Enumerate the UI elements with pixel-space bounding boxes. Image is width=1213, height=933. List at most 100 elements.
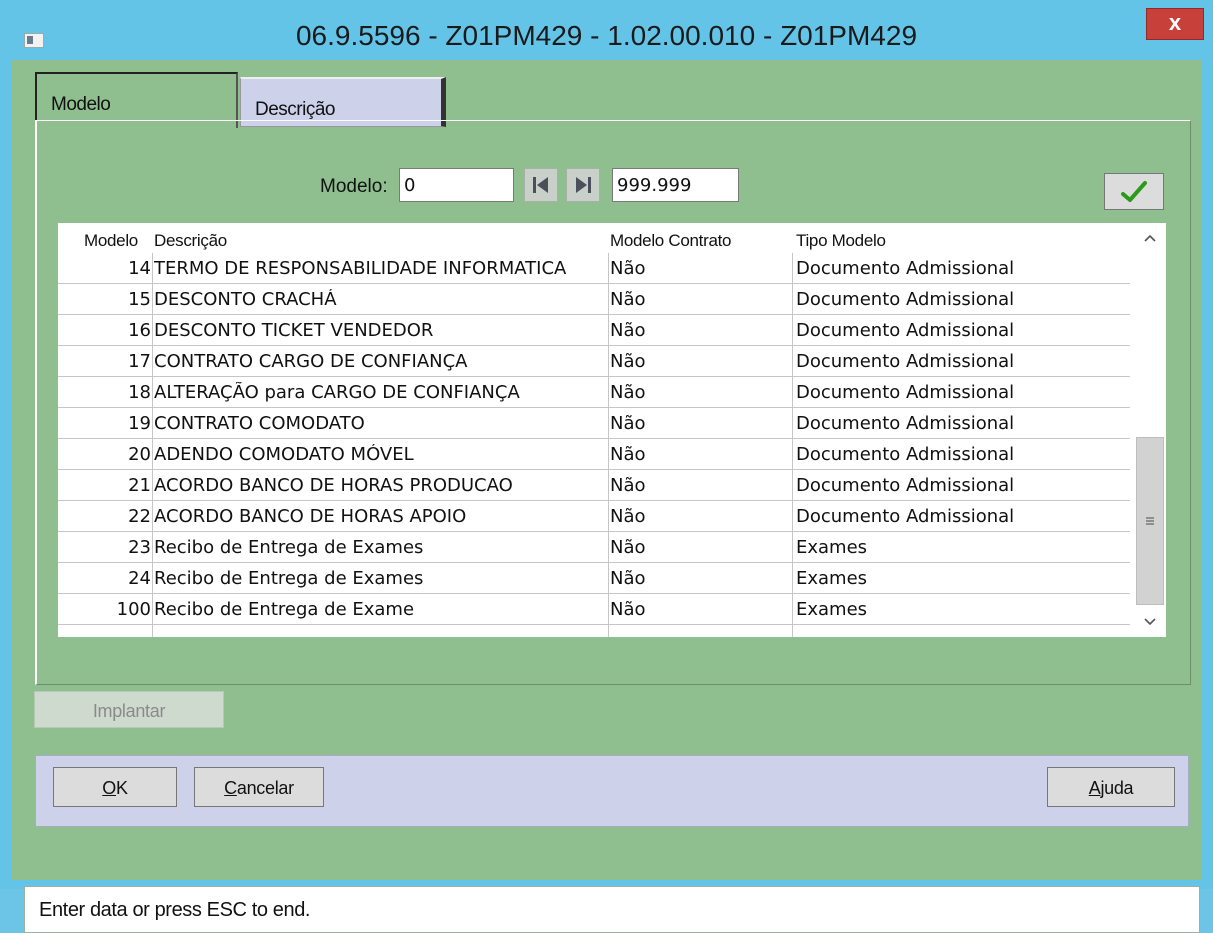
cell-descricao: CONTRATO CARGO DE CONFIANÇA <box>154 351 468 372</box>
cell-descricao: ACORDO BANCO DE HORAS PRODUCAO <box>154 475 513 496</box>
cell-tipo-modelo: Exames <box>796 599 868 620</box>
button-bar: OK Cancelar Ajuda <box>35 755 1189 827</box>
table-row[interactable]: 15 DESCONTO CRACHÁ Não Documento Admissi… <box>58 284 1130 315</box>
table-row[interactable]: 20 ADENDO COMODATO MÓVEL Não Documento A… <box>58 439 1130 470</box>
cell-descricao: CONTRATO COMODATO <box>154 413 365 434</box>
table-row[interactable]: 14 TERMO DE RESPONSABILIDADE INFORMATICA… <box>58 253 1130 284</box>
ok-accelerator: O <box>102 778 116 798</box>
window-title: 06.9.5596 - Z01PM429 - 1.02.00.010 - Z01… <box>295 20 918 51</box>
cell-descricao: DESCONTO TICKET VENDEDOR <box>154 320 434 341</box>
cell-modelo: 21 <box>128 475 151 496</box>
title-bar[interactable]: 06.9.5596 - Z01PM429 - 1.02.00.010 - Z01… <box>0 0 1213 60</box>
header-tipo-modelo[interactable]: Tipo Modelo <box>796 231 886 251</box>
cell-descricao: DESCONTO CRACHÁ <box>154 289 337 310</box>
first-record-button[interactable] <box>524 168 558 202</box>
scroll-down-icon <box>1144 618 1156 626</box>
cell-modelo-contrato: Não <box>610 568 646 589</box>
header-descricao[interactable]: Descrição <box>154 231 227 251</box>
cell-descricao: ALTERAÇÃO para CARGO DE CONFIANÇA <box>154 382 520 403</box>
grid-scrollbar[interactable] <box>1134 223 1166 637</box>
last-record-button[interactable] <box>566 168 600 202</box>
cell-modelo-contrato: Não <box>610 320 646 341</box>
cell-modelo: 24 <box>128 568 151 589</box>
ok-label: K <box>115 778 128 798</box>
table-row[interactable]: 23 Recibo de Entrega de Exames Não Exame… <box>58 532 1130 563</box>
cell-modelo-contrato: Não <box>610 444 646 465</box>
client-area: Descrição Modelo Modelo: 0 999.999 Model… <box>12 60 1202 933</box>
scroll-thumb[interactable] <box>1136 437 1164 605</box>
cell-modelo-contrato: Não <box>610 351 646 372</box>
cell-modelo: 23 <box>128 537 151 558</box>
grid-header: Modelo Descrição Modelo Contrato Tipo Mo… <box>58 223 1130 253</box>
header-modelo[interactable]: Modelo <box>84 231 138 251</box>
cell-modelo-contrato: Não <box>610 382 646 403</box>
implantar-button[interactable]: Implantar <box>34 691 224 728</box>
table-row[interactable]: 24 Recibo de Entrega de Exames Não Exame… <box>58 563 1130 594</box>
cell-tipo-modelo: Documento Admissional <box>796 320 1015 341</box>
cell-tipo-modelo: Exames <box>796 568 868 589</box>
cell-modelo-contrato: Não <box>610 599 646 620</box>
cell-descricao: ADENDO COMODATO MÓVEL <box>154 444 414 465</box>
table-row[interactable]: 18 ALTERAÇÃO para CARGO DE CONFIANÇA Não… <box>58 377 1130 408</box>
cell-modelo: 20 <box>128 444 151 465</box>
close-icon: x <box>1168 10 1182 35</box>
cell-modelo: 19 <box>128 413 151 434</box>
confirm-filter-button[interactable] <box>1104 173 1164 210</box>
cancel-button[interactable]: Cancelar <box>194 767 324 807</box>
cell-tipo-modelo: Documento Admissional <box>796 444 1015 465</box>
table-row[interactable]: 19 CONTRATO COMODATO Não Documento Admis… <box>58 408 1130 439</box>
modelo-to-input[interactable]: 999.999 <box>612 168 739 202</box>
cancel-label: ancelar <box>236 778 294 798</box>
help-label: juda <box>1100 778 1134 798</box>
cell-modelo-contrato: Não <box>610 475 646 496</box>
cell-tipo-modelo: Documento Admissional <box>796 506 1015 527</box>
close-button[interactable]: x <box>1146 8 1204 40</box>
cell-modelo: 100 <box>116 599 151 620</box>
scroll-down-button[interactable] <box>1134 607 1166 637</box>
last-record-icon <box>576 177 591 193</box>
cell-modelo: 18 <box>128 382 151 403</box>
cell-modelo-contrato: Não <box>610 289 646 310</box>
cell-descricao: Recibo de Entrega de Exames <box>154 537 424 558</box>
cell-descricao: ACORDO BANCO DE HORAS APOIO <box>154 506 467 527</box>
scroll-up-icon <box>1144 234 1156 242</box>
table-row[interactable]: 21 ACORDO BANCO DE HORAS PRODUCAO Não Do… <box>58 470 1130 501</box>
cell-modelo: 15 <box>128 289 151 310</box>
cell-modelo-contrato: Não <box>610 506 646 527</box>
help-accelerator: A <box>1088 778 1101 798</box>
first-record-icon <box>533 177 548 193</box>
modelo-filter-label: Modelo: <box>320 176 388 197</box>
table-row[interactable]: 100 Recibo de Entrega de Exame Não Exame… <box>58 594 1130 625</box>
cell-modelo-contrato: Não <box>610 413 646 434</box>
cell-tipo-modelo: Documento Admissional <box>796 351 1015 372</box>
cell-modelo-contrato: Não <box>610 537 646 558</box>
scroll-up-button[interactable] <box>1134 223 1166 253</box>
table-row[interactable]: 17 CONTRATO CARGO DE CONFIANÇA Não Docum… <box>58 346 1130 377</box>
modelo-from-input[interactable]: 0 <box>399 168 514 202</box>
cell-tipo-modelo: Documento Admissional <box>796 413 1015 434</box>
confirm-check-icon <box>1121 180 1147 202</box>
modelo-grid[interactable]: Modelo Descrição Modelo Contrato Tipo Mo… <box>58 223 1166 637</box>
application-window: 06.9.5596 - Z01PM429 - 1.02.00.010 - Z01… <box>0 0 1213 933</box>
cancel-accelerator: C <box>224 778 237 798</box>
cell-descricao: Recibo de Entrega de Exames <box>154 568 424 589</box>
status-bar: Enter data or press ESC to end. <box>24 886 1200 933</box>
cell-modelo-contrato: Não <box>610 258 646 279</box>
cell-modelo: 17 <box>128 351 151 372</box>
cell-tipo-modelo: Exames <box>796 537 868 558</box>
cell-descricao: Recibo de Entrega de Exame <box>154 599 415 620</box>
ok-button[interactable]: OK <box>53 767 177 807</box>
help-button[interactable]: Ajuda <box>1047 767 1175 807</box>
cell-tipo-modelo: Documento Admissional <box>796 289 1015 310</box>
cell-modelo: 16 <box>128 320 151 341</box>
cell-tipo-modelo: Documento Admissional <box>796 258 1015 279</box>
cell-modelo: 14 <box>128 258 151 279</box>
table-row[interactable]: 16 DESCONTO TICKET VENDEDOR Não Document… <box>58 315 1130 346</box>
cell-descricao: TERMO DE RESPONSABILIDADE INFORMATICA <box>154 258 567 279</box>
cell-tipo-modelo: Documento Admissional <box>796 382 1015 403</box>
table-row[interactable]: 22 ACORDO BANCO DE HORAS APOIO Não Docum… <box>58 501 1130 532</box>
cell-tipo-modelo: Documento Admissional <box>796 475 1015 496</box>
header-modelo-contrato[interactable]: Modelo Contrato <box>610 231 731 251</box>
scroll-grip-icon <box>1146 517 1154 525</box>
cell-modelo: 22 <box>128 506 151 527</box>
